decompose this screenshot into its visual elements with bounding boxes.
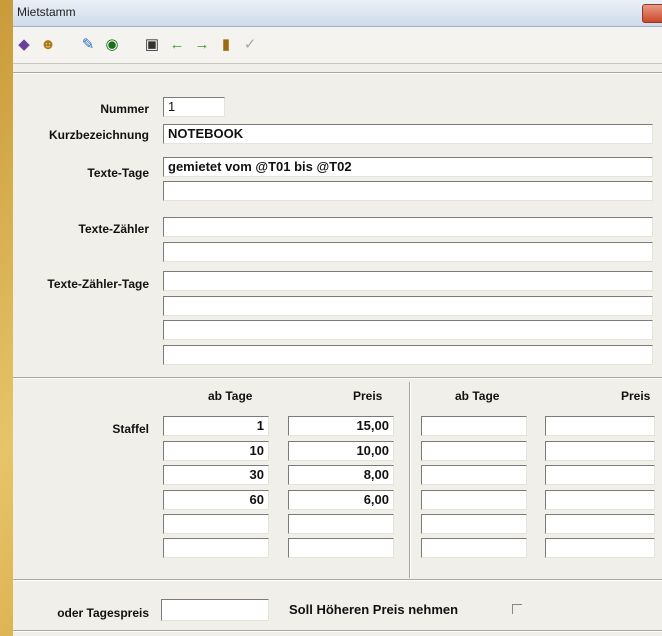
staffel-preis-field[interactable]: 10,00 <box>288 441 394 461</box>
nummer-field[interactable]: 1 <box>163 97 225 117</box>
column-header-preis: Preis <box>353 389 383 403</box>
hoeher-preis-checkbox[interactable] <box>512 604 522 614</box>
divider <box>13 377 662 379</box>
texte-zaehler-tage-field-2[interactable] <box>163 296 653 316</box>
staffel-preis-field[interactable] <box>288 538 394 558</box>
texte-tage-field-2[interactable] <box>163 181 653 201</box>
exit-door-icon[interactable]: ▮ <box>217 36 235 54</box>
staffel-ab-tage-field-right[interactable] <box>421 490 527 510</box>
divider <box>13 630 662 632</box>
texte-zaehler-field-2[interactable] <box>163 242 653 262</box>
texte-zaehler-tage-field-4[interactable] <box>163 345 653 365</box>
staffel-ab-tage-field[interactable] <box>163 538 269 558</box>
staffel-preis-field[interactable]: 6,00 <box>288 490 394 510</box>
texte-zaehler-tage-field-3[interactable] <box>163 320 653 340</box>
staffel-preis-field-right[interactable] <box>545 465 655 485</box>
divider <box>13 72 662 74</box>
texte-tage-field-1[interactable]: gemietet vom @T01 bis @T02 <box>163 157 653 177</box>
kurzbezeichnung-label: Kurzbezeichnung <box>48 128 149 142</box>
staffel-ab-tage-field[interactable]: 30 <box>163 465 269 485</box>
texte-zaehler-tage-field-1[interactable] <box>163 271 653 291</box>
kurzbezeichnung-field[interactable]: NOTEBOOK <box>163 124 653 144</box>
binoculars-icon[interactable]: ▣ <box>143 36 161 54</box>
users-icon[interactable]: ☻ <box>39 36 57 54</box>
record-icon[interactable]: ◉ <box>103 36 121 54</box>
staffel-preis-field-right[interactable] <box>545 441 655 461</box>
staffel-preis-field[interactable]: 15,00 <box>288 416 394 436</box>
nummer-label: Nummer <box>100 102 149 116</box>
title-bar: Mietstamm <box>13 0 662 27</box>
column-header-ab-tage: ab Tage <box>208 389 253 403</box>
column-header-preis-right: Preis <box>621 389 651 403</box>
book-icon[interactable]: ◆ <box>15 36 33 54</box>
window-title: Mietstamm <box>17 5 76 19</box>
mietstamm-window: Mietstamm ◆ ☻ ✎ ◉ ▣ ← → ▮ ✓ Nummer 1 Kur… <box>13 0 662 636</box>
hoeher-preis-label: Soll Höheren Preis nehmen <box>289 602 459 617</box>
staffel-preis-field[interactable] <box>288 514 394 534</box>
staffel-preis-field[interactable]: 8,00 <box>288 465 394 485</box>
staffel-ab-tage-field-right[interactable] <box>421 416 527 436</box>
texte-tage-label: Texte-Tage <box>87 166 149 180</box>
staffel-ab-tage-field[interactable]: 60 <box>163 490 269 510</box>
close-button[interactable] <box>642 4 662 23</box>
divider <box>13 579 662 581</box>
staffel-ab-tage-field-right[interactable] <box>421 441 527 461</box>
toolbar: ◆ ☻ ✎ ◉ ▣ ← → ▮ ✓ <box>13 27 662 64</box>
staffel-ab-tage-field-right[interactable] <box>421 465 527 485</box>
tagespreis-field[interactable] <box>161 599 269 621</box>
staffel-preis-field-right[interactable] <box>545 490 655 510</box>
arrow-right-icon[interactable]: → <box>193 36 211 54</box>
tagespreis-label: oder Tagespreis <box>57 606 149 620</box>
texte-zaehler-tage-label: Texte-Zähler-Tage <box>47 277 149 291</box>
column-header-ab-tage-right: ab Tage <box>455 389 500 403</box>
checkmark-icon[interactable]: ✓ <box>241 36 259 54</box>
staffel-preis-field-right[interactable] <box>545 416 655 436</box>
texte-zaehler-field-1[interactable] <box>163 217 653 237</box>
staffel-ab-tage-field[interactable]: 10 <box>163 441 269 461</box>
staffel-label: Staffel <box>112 422 149 436</box>
staffel-ab-tage-field-right[interactable] <box>421 538 527 558</box>
staffel-preis-field-right[interactable] <box>545 514 655 534</box>
staffel-ab-tage-field[interactable] <box>163 514 269 534</box>
arrow-left-icon[interactable]: ← <box>168 36 186 54</box>
divider <box>409 382 411 578</box>
staffel-preis-field-right[interactable] <box>545 538 655 558</box>
edit-image-icon[interactable]: ✎ <box>79 36 97 54</box>
form-panel: Nummer 1 Kurzbezeichnung NOTEBOOK Texte-… <box>13 64 662 636</box>
staffel-ab-tage-field[interactable]: 1 <box>163 416 269 436</box>
staffel-ab-tage-field-right[interactable] <box>421 514 527 534</box>
texte-zaehler-label: Texte-Zähler <box>78 222 149 236</box>
